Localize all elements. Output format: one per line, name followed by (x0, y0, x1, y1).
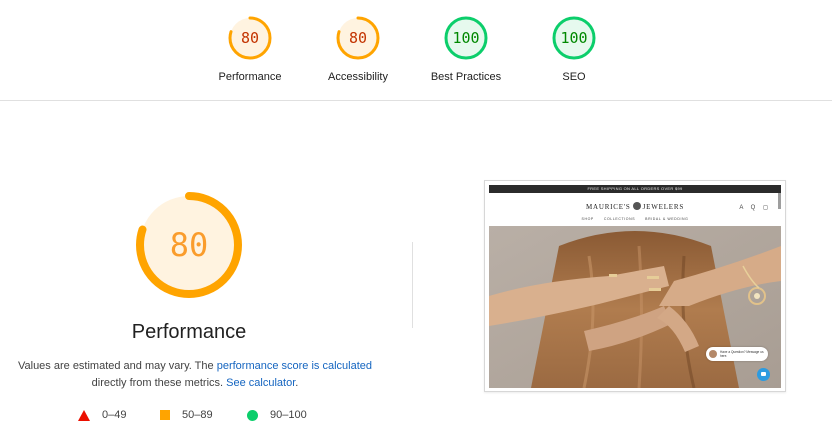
gauge-score: 80 (348, 29, 368, 47)
category-gauges-bar: 80 Performance 80 Accessibility 100 Best… (0, 0, 832, 101)
chat-avatar (709, 350, 717, 358)
triangle-icon (78, 409, 90, 421)
legend-range: 50–89 (182, 409, 213, 421)
gauge-score: 80 (240, 29, 260, 47)
gauge-seo[interactable]: 100 SEO (524, 15, 624, 83)
vertical-divider (412, 242, 413, 328)
final-screenshot-thumbnail[interactable]: FREE SHIPPING ON ALL ORDERS OVER $99 MAU… (484, 180, 786, 392)
legend-pass: 90–100 (247, 409, 307, 421)
screenshot-viewport: FREE SHIPPING ON ALL ORDERS OVER $99 MAU… (489, 185, 781, 388)
chat-prompt-bubble: Have a Question? Message us here. (706, 347, 768, 361)
logo-text-left: MAURICE'S (585, 203, 631, 211)
announcement-bar: FREE SHIPPING ON ALL ORDERS OVER $99 (489, 185, 781, 193)
gauge-label: Best Practices (430, 71, 502, 83)
gauge-score: 100 (560, 29, 588, 47)
description-text: . (295, 377, 299, 389)
logo-emblem-icon (632, 202, 641, 210)
header-icons: A Q ◻ (739, 205, 771, 211)
description-text: directly from these metrics. (91, 377, 227, 389)
gauge-score: 100 (452, 29, 480, 47)
legend-range: 90–100 (270, 409, 307, 421)
gauge-label: Accessibility (328, 71, 388, 83)
performance-score-link[interactable]: performance score is calculated (217, 360, 372, 372)
main-gauge-title: Performance (131, 321, 247, 343)
see-calculator-link[interactable]: See calculator (226, 377, 295, 389)
square-icon (160, 410, 170, 420)
screenshot-scrollbar-icon (778, 193, 781, 209)
site-logo: MAURICE'S JEWELERS (489, 202, 781, 211)
site-nav: SHOP COLLECTIONS BRIDAL & WEDDING (489, 217, 781, 221)
gauge-performance[interactable]: 80 Performance (200, 15, 300, 83)
description-text: Values are estimated and may vary. The (17, 360, 217, 372)
nav-item-collections: COLLECTIONS (603, 217, 636, 221)
gauge-accessibility[interactable]: 80 Accessibility (308, 15, 408, 83)
legend-fail: 0–49 (78, 409, 126, 421)
legend-average: 50–89 (160, 409, 213, 421)
hero-image (489, 226, 781, 388)
legend-range: 0–49 (102, 409, 127, 421)
site-header: MAURICE'S JEWELERS SHOP COLLECTIONS BRIDAL … (489, 193, 781, 226)
gauge-label: Performance (218, 71, 282, 83)
gauge-best-practices[interactable]: 100 Best Practices (416, 15, 516, 83)
nav-item-bridal: BRIDAL & WEDDING (645, 217, 689, 221)
logo-text-right: JEWELERS (642, 203, 685, 211)
chat-prompt-text: Have a Question? Message us here. (720, 350, 764, 358)
performance-main-gauge: 80 (134, 190, 244, 300)
gauge-label: SEO (562, 71, 586, 83)
chat-launcher-icon (757, 368, 770, 381)
nav-item-shop: SHOP (581, 217, 594, 221)
score-description: Values are estimated and may vary. The p… (12, 358, 378, 392)
main-gauge-score: 80 (169, 226, 209, 264)
circle-icon (247, 409, 258, 421)
